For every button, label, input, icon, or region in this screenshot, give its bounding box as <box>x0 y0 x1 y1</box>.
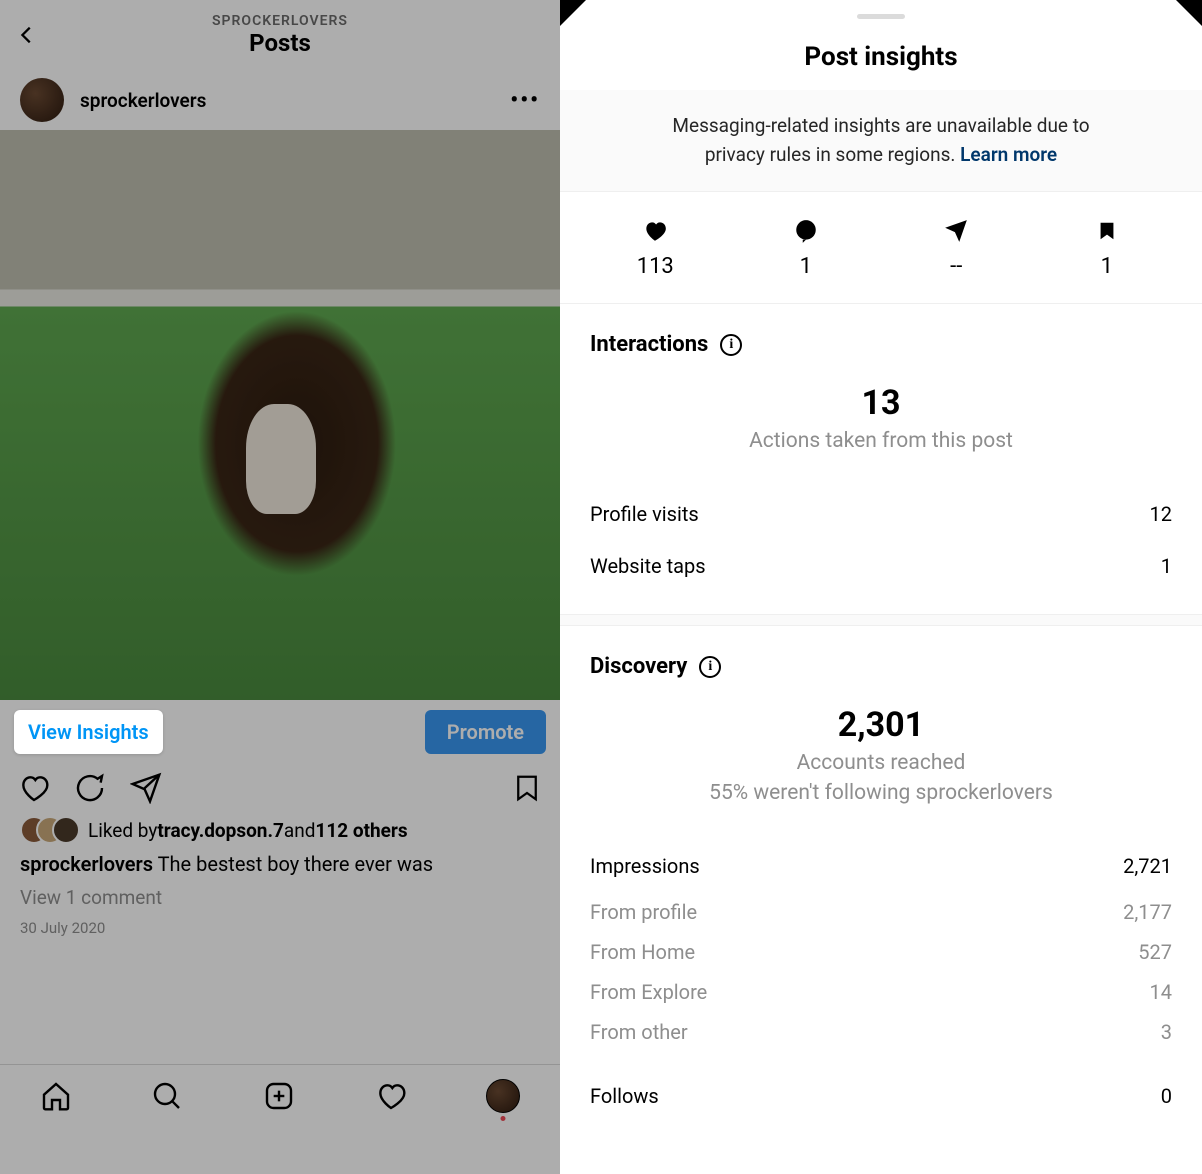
insights-title: Post insights <box>560 42 1202 72</box>
liked-by-mid: and <box>284 819 316 842</box>
likes-stat: 113 <box>580 216 731 279</box>
send-icon <box>881 216 1032 246</box>
impressions-breakdown: Impressions 2,721 From profile 2,177 Fro… <box>560 828 1202 1134</box>
privacy-notice: Messaging-related insights are unavailab… <box>560 90 1202 192</box>
notification-dot-icon <box>501 1116 506 1121</box>
post-author-row[interactable]: sprockerlovers ••• <box>0 70 560 130</box>
accounts-reached: 2,301 <box>590 705 1172 745</box>
info-icon[interactable]: i <box>720 334 742 356</box>
post-date: 30 July 2020 <box>0 915 560 941</box>
nav-activity-icon[interactable] <box>375 1080 407 1112</box>
impressions-label: Impressions <box>590 854 1123 878</box>
section-divider <box>560 614 1202 626</box>
instagram-post-view: SPROCKERLOVERS Posts sprockerlovers ••• … <box>0 0 560 1174</box>
author-username[interactable]: sprockerlovers <box>80 89 510 112</box>
interactions-subtitle: Actions taken from this post <box>590 427 1172 456</box>
more-options-button[interactable]: ••• <box>510 88 540 113</box>
kv-label: From profile <box>590 900 1123 924</box>
post-image[interactable] <box>0 130 560 700</box>
post-actions-row <box>0 764 560 812</box>
kv-row: Website taps 1 <box>590 540 1172 592</box>
discovery-sub2: 55% weren't following sprockerlovers <box>709 781 1053 805</box>
kv-row: Profile visits 12 <box>590 488 1172 540</box>
shares-stat: -- <box>881 216 1032 279</box>
promote-button[interactable]: Promote <box>425 710 546 754</box>
discovery-sub1: Accounts reached <box>797 751 966 775</box>
liker-avatars[interactable] <box>20 816 80 844</box>
author-avatar[interactable] <box>20 78 64 122</box>
view-insights-button[interactable]: View Insights <box>14 710 163 754</box>
shares-count: -- <box>881 254 1032 279</box>
comments-stat: 1 <box>731 216 882 279</box>
kv-value: 2,177 <box>1123 900 1172 924</box>
kv-value: 12 <box>1150 502 1172 526</box>
post-insights-panel: Post insights Messaging-related insights… <box>560 0 1202 1174</box>
view-comments-link[interactable]: View 1 comment <box>0 880 560 915</box>
kv-row: From Home 527 <box>590 932 1172 972</box>
kv-value: 1 <box>1161 554 1172 578</box>
kv-row: Impressions 2,721 <box>590 840 1172 892</box>
insights-promote-row: View Insights Promote <box>0 700 560 764</box>
interactions-breakdown: Profile visits 12 Website taps 1 <box>560 476 1202 604</box>
bottom-navigation <box>0 1064 560 1126</box>
follows-label: Follows <box>590 1084 1161 1108</box>
liked-by-text: Liked by <box>88 819 157 842</box>
nav-search-icon[interactable] <box>151 1080 183 1112</box>
kv-value: 3 <box>1161 1020 1172 1044</box>
nav-profile-avatar[interactable] <box>486 1079 520 1113</box>
kv-row: From profile 2,177 <box>590 892 1172 932</box>
kv-label: Profile visits <box>590 502 1150 526</box>
impressions-value: 2,721 <box>1123 854 1172 878</box>
notice-line2: privacy rules in some regions. <box>705 143 960 166</box>
interactions-section: Interactions i 13 Actions taken from thi… <box>560 304 1202 476</box>
kv-value: 14 <box>1150 980 1172 1004</box>
interactions-title: Interactions <box>590 332 708 357</box>
kv-label: Website taps <box>590 554 1161 578</box>
caption-username[interactable]: sprockerlovers <box>20 852 153 876</box>
bookmark-icon[interactable] <box>512 773 542 803</box>
post-header: SPROCKERLOVERS Posts <box>0 0 560 70</box>
back-button[interactable] <box>16 24 56 46</box>
header-subtitle: SPROCKERLOVERS <box>56 13 504 29</box>
likes-count: 113 <box>580 254 731 279</box>
liked-by-user[interactable]: tracy.dopson.7 <box>157 819 284 842</box>
kv-label: From Explore <box>590 980 1150 1004</box>
nav-home-icon[interactable] <box>40 1080 72 1112</box>
drag-handle[interactable] <box>857 14 905 19</box>
kv-label: From Home <box>590 940 1138 964</box>
comment-icon <box>731 216 882 246</box>
likes-summary[interactable]: Liked by tracy.dopson.7 and 112 others <box>0 812 560 848</box>
caption-text: The bestest boy there ever was <box>153 852 433 876</box>
kv-row: From other 3 <box>590 1012 1172 1052</box>
post-caption: sprockerlovers The bestest boy there eve… <box>0 848 560 880</box>
share-icon[interactable] <box>130 772 162 804</box>
saves-stat: 1 <box>1032 216 1183 279</box>
comments-count: 1 <box>731 254 882 279</box>
kv-row: Follows 0 <box>590 1070 1172 1122</box>
interactions-total: 13 <box>590 383 1172 423</box>
comment-icon[interactable] <box>74 772 106 804</box>
discovery-section: Discovery i 2,301 Accounts reached 55% w… <box>560 626 1202 828</box>
nav-add-icon[interactable] <box>263 1080 295 1112</box>
bookmark-icon <box>1032 216 1183 246</box>
like-icon[interactable] <box>18 772 50 804</box>
insights-header: Post insights <box>560 0 1202 90</box>
header-title: Posts <box>56 29 504 57</box>
kv-label: From other <box>590 1020 1161 1044</box>
follows-value: 0 <box>1161 1084 1172 1108</box>
notice-line1: Messaging-related insights are unavailab… <box>672 114 1089 137</box>
kv-row: From Explore 14 <box>590 972 1172 1012</box>
discovery-title: Discovery <box>590 654 687 679</box>
engagement-stats-row: 113 1 -- 1 <box>560 192 1202 304</box>
saves-count: 1 <box>1032 254 1183 279</box>
heart-icon <box>580 216 731 246</box>
learn-more-link[interactable]: Learn more <box>960 143 1057 166</box>
info-icon[interactable]: i <box>699 656 721 678</box>
liked-by-others[interactable]: 112 others <box>315 819 407 842</box>
kv-value: 527 <box>1138 940 1172 964</box>
